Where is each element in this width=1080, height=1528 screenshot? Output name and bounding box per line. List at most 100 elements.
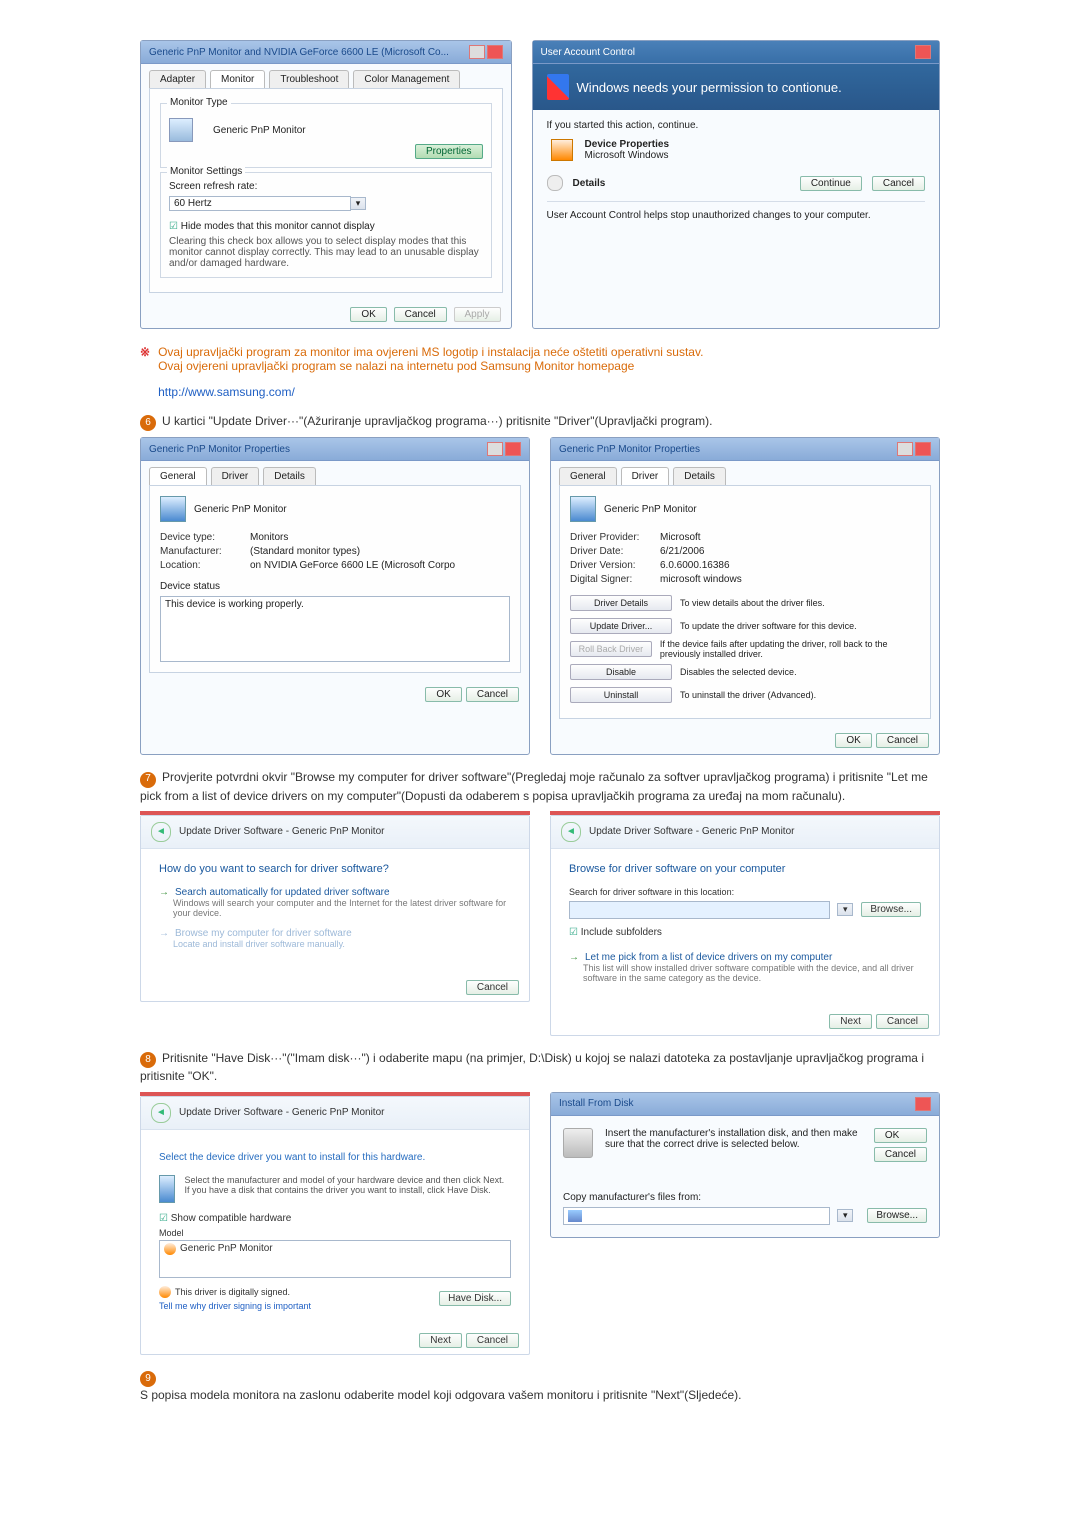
step-bullet-8: 8	[140, 1052, 156, 1068]
pnp-props-general: Generic PnP Monitor Properties General D…	[140, 437, 530, 755]
uac-dialog: User Account Control Windows needs your …	[532, 40, 940, 329]
chevron-down-icon[interactable]: ▾	[350, 197, 366, 210]
device-status-header: Device status	[160, 581, 510, 592]
tab-details[interactable]: Details	[263, 467, 316, 485]
cancel-button[interactable]: Cancel	[872, 176, 925, 191]
properties-button[interactable]: Properties	[415, 144, 483, 159]
pnp-props-driver: Generic PnP Monitor Properties General D…	[550, 437, 940, 755]
monitor-settings-group: Monitor Settings Screen refresh rate: 60…	[160, 172, 492, 278]
let-me-pick-option[interactable]: →Let me pick from a list of device drive…	[569, 952, 921, 983]
uac-started: If you started this action, continue.	[547, 120, 925, 131]
monitor-icon	[570, 496, 596, 522]
monitor-properties-dialog: Generic PnP Monitor and NVIDIA GeForce 6…	[140, 40, 512, 329]
monitor-type-value: Generic PnP Monitor	[213, 125, 306, 136]
cancel-button[interactable]: Cancel	[874, 1147, 927, 1162]
cancel-button[interactable]: Cancel	[466, 687, 519, 702]
note-line2: Ovaj ovjereni upravljački program se nal…	[158, 359, 703, 373]
monitor-icon	[169, 118, 193, 142]
drive-icon	[568, 1210, 582, 1222]
title-text: Generic PnP Monitor and NVIDIA GeForce 6…	[149, 47, 449, 58]
apply-button[interactable]: Apply	[454, 307, 501, 322]
details-toggle[interactable]: Details	[573, 178, 606, 189]
device-status-box: This device is working properly.	[160, 596, 510, 662]
next-button[interactable]: Next	[419, 1333, 462, 1348]
step-6-text: U kartici "Update Driver···"(Ažuriranje …	[162, 414, 713, 428]
model-list-item[interactable]: Generic PnP Monitor	[180, 1243, 273, 1254]
close-icon[interactable]	[487, 45, 503, 59]
tab-troubleshoot[interactable]: Troubleshoot	[269, 70, 349, 88]
titlebar: User Account Control	[533, 41, 939, 64]
refresh-rate-select[interactable]: 60 Hertz	[169, 196, 351, 211]
cancel-button[interactable]: Cancel	[876, 733, 929, 748]
tab-adapter[interactable]: Adapter	[149, 70, 206, 88]
browse-button[interactable]: Browse...	[867, 1208, 927, 1223]
minimize-icon[interactable]	[897, 442, 913, 456]
select-driver-heading: Select the device driver you want to ins…	[159, 1152, 511, 1163]
back-icon[interactable]: ◄	[151, 822, 171, 842]
step-bullet-6: 6	[140, 415, 156, 431]
step-bullet-7: 7	[140, 772, 156, 788]
hide-modes-checkbox[interactable]: Hide modes that this monitor cannot disp…	[169, 221, 483, 232]
back-icon[interactable]: ◄	[151, 1103, 171, 1123]
driver-details-button[interactable]: Driver Details	[570, 595, 672, 611]
browse-button[interactable]: Browse...	[861, 902, 921, 917]
ok-button[interactable]: OK	[874, 1128, 927, 1143]
minimize-icon[interactable]	[487, 442, 503, 456]
samsung-link[interactable]: http://www.samsung.com/	[158, 385, 295, 399]
tabs: Adapter Monitor Troubleshoot Color Manag…	[141, 64, 511, 88]
hide-modes-desc: Clearing this check box allows you to se…	[169, 236, 483, 269]
cancel-button[interactable]: Cancel	[466, 1333, 519, 1348]
tab-details[interactable]: Details	[673, 467, 726, 485]
tab-driver[interactable]: Driver	[621, 467, 670, 485]
uac-footer: User Account Control helps stop unauthor…	[547, 201, 925, 221]
back-icon[interactable]: ◄	[561, 822, 581, 842]
chevron-down-icon[interactable]: ▾	[837, 1209, 853, 1222]
tab-monitor[interactable]: Monitor	[210, 70, 265, 88]
minimize-icon[interactable]	[469, 45, 485, 59]
uac-message: Windows needs your permission to contion…	[577, 80, 842, 95]
titlebar: Generic PnP Monitor and NVIDIA GeForce 6…	[141, 41, 511, 64]
close-icon[interactable]	[505, 442, 521, 456]
shield-icon	[164, 1243, 176, 1255]
device-properties-label: Device Properties	[585, 139, 670, 150]
tab-general[interactable]: General	[559, 467, 617, 485]
monitor-icon	[160, 496, 186, 522]
have-disk-button[interactable]: Have Disk...	[439, 1291, 511, 1306]
ok-button[interactable]: OK	[425, 687, 461, 702]
update-driver-wizard-b: ◄Update Driver Software - Generic PnP Mo…	[550, 815, 940, 1036]
ok-button[interactable]: OK	[350, 307, 386, 322]
tab-colormgmt[interactable]: Color Management	[353, 70, 460, 88]
ms-windows-label: Microsoft Windows	[585, 150, 670, 161]
disable-button[interactable]: Disable	[570, 664, 672, 680]
browse-computer-option[interactable]: →Browse my computer for driver software …	[159, 928, 511, 949]
disk-icon	[563, 1128, 593, 1158]
step-9-text: S popisa modela monitora na zaslonu odab…	[140, 1388, 742, 1402]
search-auto-option[interactable]: →Search automatically for updated driver…	[159, 887, 511, 918]
tab-general[interactable]: General	[149, 467, 207, 485]
rollback-driver-button[interactable]: Roll Back Driver	[570, 641, 652, 657]
step-bullet-9: 9	[140, 1371, 156, 1387]
tab-driver[interactable]: Driver	[211, 467, 260, 485]
update-driver-button[interactable]: Update Driver...	[570, 618, 672, 634]
monitor-icon	[159, 1175, 175, 1203]
close-icon[interactable]	[915, 1097, 931, 1111]
next-button[interactable]: Next	[829, 1014, 872, 1029]
cancel-button[interactable]: Cancel	[394, 307, 447, 322]
wizard-question: How do you want to search for driver sof…	[159, 863, 511, 875]
search-location-input[interactable]	[569, 901, 830, 919]
cancel-button[interactable]: Cancel	[876, 1014, 929, 1029]
signing-info-link[interactable]: Tell me why driver signing is important	[159, 1301, 311, 1311]
select-device-driver-wizard: ◄Update Driver Software - Generic PnP Mo…	[140, 1096, 530, 1355]
chevron-down-icon[interactable]: ▾	[837, 903, 853, 916]
close-icon[interactable]	[915, 45, 931, 59]
close-icon[interactable]	[915, 442, 931, 456]
include-subfolders-checkbox[interactable]: Include subfolders	[569, 927, 921, 938]
cancel-button[interactable]: Cancel	[466, 980, 519, 995]
show-compatible-checkbox[interactable]: Show compatible hardware	[159, 1213, 511, 1224]
uninstall-button[interactable]: Uninstall	[570, 687, 672, 703]
install-from-disk-dialog: Install From Disk Insert the manufacture…	[550, 1092, 940, 1238]
ok-button[interactable]: OK	[835, 733, 871, 748]
monitor-type-group: Monitor Type Generic PnP Monitor Propert…	[160, 103, 492, 168]
continue-button[interactable]: Continue	[800, 176, 862, 191]
chevron-down-icon[interactable]	[547, 175, 563, 191]
